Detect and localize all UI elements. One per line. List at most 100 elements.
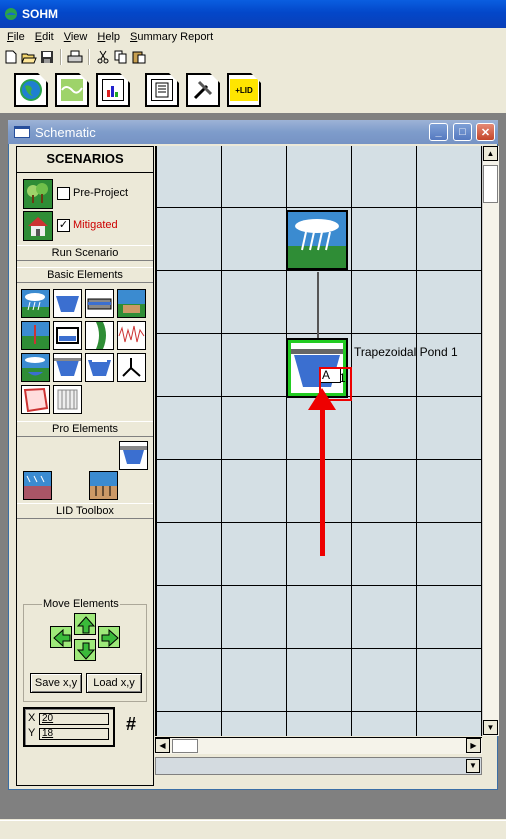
run-scenario-button[interactable]: Run Scenario: [17, 245, 153, 261]
open-folder-icon[interactable]: [21, 49, 37, 65]
move-elements-label: Move Elements: [42, 598, 120, 610]
maximize-icon: □: [459, 126, 466, 138]
move-right-arrow-icon[interactable]: [98, 626, 120, 648]
menu-edit[interactable]: Edit: [30, 31, 59, 43]
report-button[interactable]: [145, 73, 179, 107]
map-button[interactable]: [55, 73, 89, 107]
pre-project-scenario-icon[interactable]: [23, 179, 53, 209]
pond-badge-number: 1: [339, 371, 346, 385]
trapezoidal-pond-label: Trapezoidal Pond 1: [354, 345, 458, 359]
scroll-up-arrow-icon[interactable]: ▲: [483, 146, 498, 161]
trapezoidal-pond-alt-element-icon[interactable]: [53, 353, 82, 382]
menu-bar: File Edit View Help Summary Report: [0, 28, 506, 46]
y-coordinate-field[interactable]: 18: [39, 728, 109, 740]
save-icon[interactable]: [39, 49, 55, 65]
menu-file[interactable]: File: [2, 31, 30, 43]
flow-splitter-element-icon[interactable]: [117, 321, 146, 350]
channel-element-icon[interactable]: [85, 321, 114, 350]
chevron-down-icon[interactable]: ▼: [466, 759, 480, 773]
pro-elements-header: Pro Elements: [17, 421, 153, 437]
scroll-right-arrow-icon[interactable]: ▶: [466, 738, 481, 753]
landuse-basin-node[interactable]: [286, 210, 348, 270]
menu-help[interactable]: Help: [92, 31, 125, 43]
map-icon: [61, 79, 83, 101]
red-arrow-head-icon: [308, 388, 336, 410]
schematic-title: Schematic: [35, 124, 96, 140]
rain-cloud-icon: [288, 219, 346, 268]
move-elements-group: Move Elements Save x,y Load x,y: [23, 598, 147, 702]
trapezoidal-pond-element-icon[interactable]: [53, 289, 82, 318]
pro-basin-element-icon[interactable]: [23, 471, 52, 500]
cut-icon[interactable]: [95, 49, 111, 65]
menu-view[interactable]: View: [59, 31, 93, 43]
schematic-title-bar: Schematic _ □ ✕: [8, 120, 498, 144]
pre-project-label: Pre-Project: [73, 187, 129, 199]
tools-icon: [192, 79, 214, 101]
lateral-basin-element-icon[interactable]: [21, 321, 50, 350]
lid-icon: +LID: [230, 79, 258, 101]
copy-icon[interactable]: [113, 49, 129, 65]
vault-element-icon[interactable]: [53, 321, 82, 350]
basic-elements-grid: [21, 289, 146, 414]
save-xy-button[interactable]: Save x,y: [30, 673, 82, 693]
chart-icon: [102, 79, 124, 101]
move-down-arrow-icon[interactable]: [74, 639, 96, 661]
maximize-button[interactable]: □: [453, 123, 472, 141]
close-icon: ✕: [480, 126, 491, 139]
globe-button[interactable]: [14, 73, 48, 107]
mitigated-label: Mitigated: [73, 219, 118, 231]
filter-element-icon[interactable]: [53, 385, 82, 414]
main-toolbar: +LID: [0, 68, 506, 112]
move-left-arrow-icon[interactable]: [50, 626, 72, 648]
menu-summary-report[interactable]: Summary Report: [125, 31, 218, 43]
horizontal-scroll-thumb[interactable]: [172, 739, 198, 753]
scroll-left-arrow-icon[interactable]: ◀: [155, 738, 170, 753]
vertical-scrollbar[interactable]: ▲ ▼: [482, 146, 499, 736]
scroll-down-arrow-icon[interactable]: ▼: [483, 720, 498, 735]
toolbar-separator: [88, 49, 90, 65]
basic-elements-header: Basic Elements: [17, 267, 153, 283]
load-xy-button[interactable]: Load x,y: [86, 673, 142, 693]
element-dropdown[interactable]: ▼: [155, 757, 482, 775]
horizontal-scrollbar[interactable]: ◀ ▶: [155, 737, 482, 754]
landuse-basin-element-icon[interactable]: [21, 289, 50, 318]
vertical-scroll-thumb[interactable]: [483, 165, 498, 203]
lid-button[interactable]: +LID: [227, 73, 261, 107]
mitigated-checkbox[interactable]: ✓: [57, 219, 70, 232]
minimize-button[interactable]: _: [429, 123, 448, 141]
x-label: X: [28, 712, 36, 724]
connection-line: [317, 272, 319, 338]
scenarios-title: SCENARIOS: [17, 147, 153, 173]
mitigated-scenario-icon[interactable]: [23, 211, 53, 241]
gravel-trench-element-icon[interactable]: [117, 289, 146, 318]
pro-infiltration-element-icon[interactable]: [89, 471, 118, 500]
move-up-arrow-icon[interactable]: [74, 613, 96, 635]
scenario-panel: SCENARIOS Pre-Project ✓ Mitigated Run Sc…: [16, 146, 154, 786]
schematic-canvas[interactable]: A 1: [155, 146, 482, 736]
junction-element-icon[interactable]: [117, 353, 146, 382]
standard-toolbar: [0, 46, 506, 68]
swale-element-icon[interactable]: [21, 353, 50, 382]
y-label: Y: [28, 727, 36, 739]
sohm-app-icon: [5, 8, 17, 20]
print-icon[interactable]: [67, 49, 83, 65]
paste-icon[interactable]: [131, 49, 147, 65]
tools-button[interactable]: [186, 73, 220, 107]
report-icon: [151, 79, 173, 101]
chart-button[interactable]: [96, 73, 130, 107]
irregular-pond-element-icon[interactable]: [85, 353, 114, 382]
red-arrow-shaft: [320, 408, 325, 556]
x-coordinate-field[interactable]: 20: [39, 713, 109, 725]
app-title: SOHM: [22, 7, 58, 21]
pro-pond-element-icon[interactable]: [119, 441, 148, 470]
pre-project-checkbox[interactable]: [57, 187, 70, 200]
wetland-element-icon[interactable]: [21, 385, 50, 414]
lid-toolbox-header: LID Toolbox: [17, 503, 153, 519]
toolbar-separator: [60, 49, 62, 65]
new-file-icon[interactable]: [3, 49, 19, 65]
close-button[interactable]: ✕: [476, 123, 495, 141]
grid-toggle-button[interactable]: #: [121, 714, 141, 734]
check-mark-icon: ✓: [58, 219, 69, 231]
status-bar: [0, 820, 506, 839]
tank-element-icon[interactable]: [85, 289, 114, 318]
